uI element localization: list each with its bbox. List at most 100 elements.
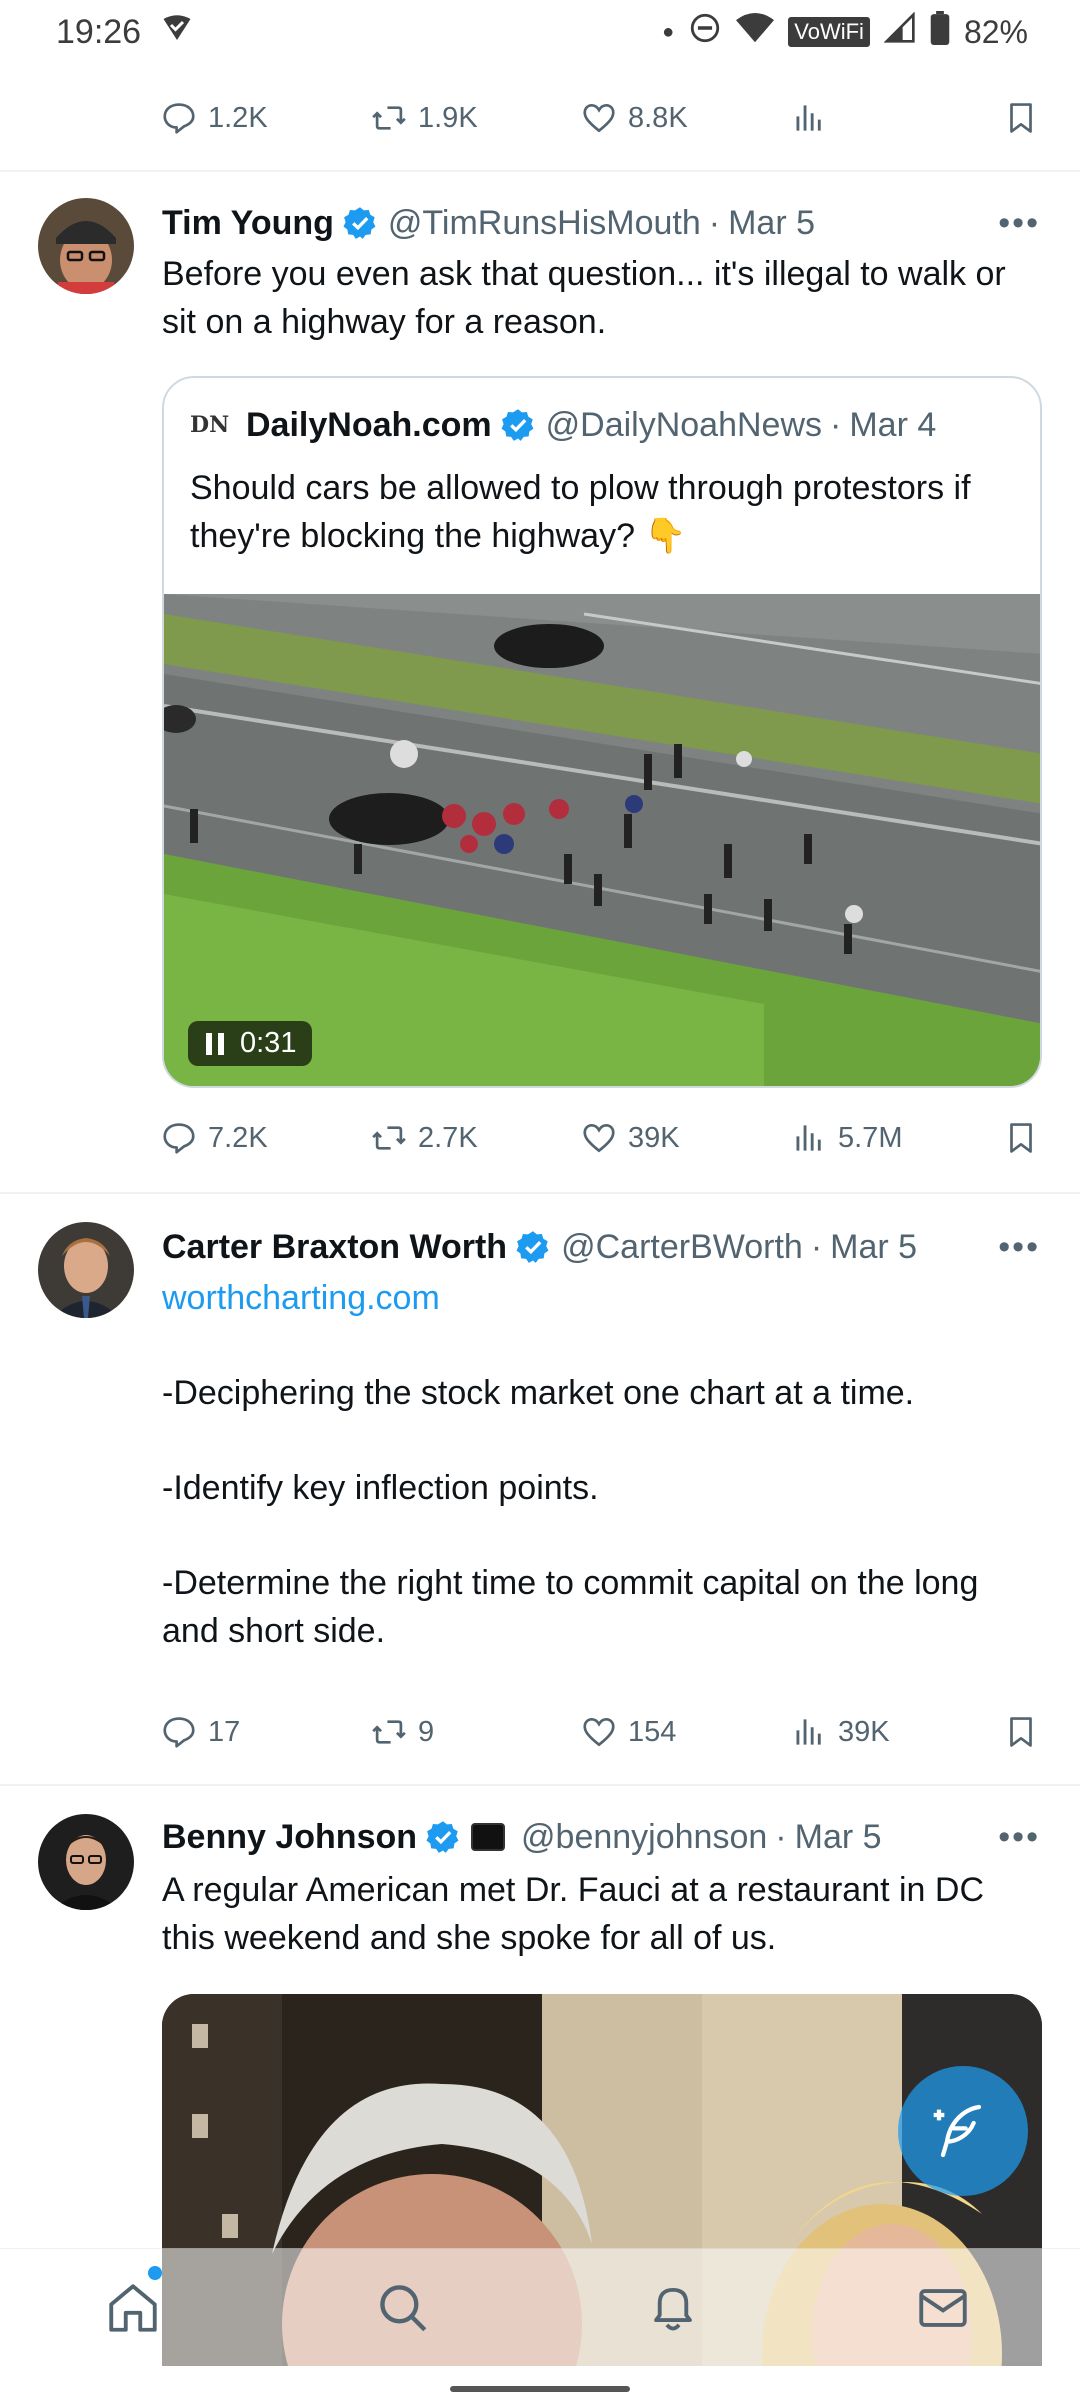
retweet-button[interactable]: 2.7K — [370, 1119, 580, 1157]
views-button[interactable]: 5.7M — [790, 1119, 990, 1157]
battery-icon — [930, 11, 950, 53]
heart-icon — [583, 1123, 615, 1153]
compose-tweet-button[interactable] — [898, 2066, 1028, 2196]
gesture-handle[interactable] — [450, 2386, 630, 2392]
retweet-count: 9 — [418, 1715, 435, 1748]
bookmark-icon — [1010, 1717, 1032, 1747]
author-handle[interactable]: @bennyjohnson — [521, 1818, 767, 1857]
author-name[interactable]: Tim Young — [162, 204, 334, 243]
bottom-navigation — [0, 2248, 1080, 2366]
compose-feather-icon — [933, 2104, 982, 2158]
separator: · — [775, 1817, 787, 1856]
tweet-divider — [0, 170, 1080, 172]
retweet-button[interactable]: 1.9K — [370, 99, 580, 137]
avatar[interactable] — [38, 1814, 134, 1910]
verified-badge-icon — [343, 207, 376, 239]
tweet-date[interactable]: Mar 5 — [728, 204, 815, 243]
tweet-divider — [0, 1192, 1080, 1194]
signal-check-icon — [159, 10, 195, 55]
separator: · — [708, 203, 721, 242]
vowifi-badge: VoWiFi — [788, 17, 870, 47]
wifi-icon — [736, 11, 775, 53]
tweet-text-line: -Determine the right time to commit capi… — [162, 1564, 979, 1650]
more-options-button[interactable]: ••• — [998, 204, 1040, 243]
bookmark-button[interactable] — [1002, 1713, 1040, 1751]
views-icon — [796, 105, 821, 131]
dnd-icon — [688, 11, 722, 53]
video-timestamp[interactable]: 0:31 — [188, 1021, 313, 1066]
retweet-icon — [372, 1720, 406, 1744]
tweet-date[interactable]: Mar 5 — [795, 1818, 882, 1857]
tweet-date[interactable]: Mar 5 — [830, 1228, 917, 1267]
verified-badge-icon — [426, 1821, 459, 1853]
notification-dot-icon: ● — [662, 20, 675, 43]
pause-icon[interactable] — [204, 1031, 226, 1057]
reply-icon — [163, 1717, 195, 1748]
battery-percent: 82% — [963, 13, 1028, 50]
bookmark-icon — [1010, 1123, 1032, 1153]
views-button[interactable]: 39K — [790, 1713, 990, 1751]
like-count: 8.8K — [628, 101, 688, 134]
retweet-count: 2.7K — [418, 1121, 478, 1154]
author-handle[interactable]: @CarterBWorth — [561, 1228, 803, 1267]
quoted-tweet-header: DN DailyNoah.com @DailyNoahNews · Mar 4 — [190, 400, 1020, 450]
quoted-author-handle: @DailyNoahNews — [545, 405, 823, 444]
reply-count: 7.2K — [208, 1121, 268, 1154]
quoted-tweet-text: Should cars be allowed to plow through p… — [190, 469, 971, 555]
quoted-tweet-date: Mar 4 — [849, 405, 937, 444]
search-icon — [380, 2285, 427, 2332]
reply-count: 1.2K — [208, 101, 268, 134]
tweet-header: Benny Johnson @bennyjohnson · Mar 5 ••• — [162, 1812, 1040, 1862]
nav-messages[interactable] — [914, 2279, 972, 2337]
cell-signal-icon — [883, 11, 916, 52]
affiliate-badge-icon — [471, 1823, 506, 1851]
reply-count: 17 — [208, 1715, 241, 1748]
quoted-tweet-card[interactable]: DN DailyNoah.com @DailyNoahNews · Mar 4 … — [162, 376, 1042, 1088]
bookmark-button[interactable] — [1002, 99, 1040, 137]
bookmark-icon — [1010, 103, 1032, 133]
like-count: 39K — [628, 1121, 680, 1154]
previous-tweet-actions: 1.2K 1.9K 8.8K — [160, 88, 1040, 148]
nav-notifications[interactable] — [644, 2279, 702, 2337]
author-name[interactable]: Benny Johnson — [162, 1818, 417, 1857]
retweet-button[interactable]: 9 — [370, 1713, 580, 1751]
more-options-button[interactable]: ••• — [998, 1228, 1040, 1267]
views-button[interactable] — [790, 99, 990, 137]
author-handle[interactable]: @TimRunsHisMouth — [388, 204, 701, 243]
video-player[interactable]: 0:31 — [164, 594, 1040, 1086]
tweet-link[interactable]: worthcharting.com — [162, 1274, 1040, 1322]
reply-button[interactable]: 17 — [160, 1713, 370, 1751]
like-button[interactable]: 8.8K — [580, 99, 790, 137]
bookmark-button[interactable] — [1002, 1119, 1040, 1157]
retweet-icon — [372, 1126, 406, 1150]
tweet-text-line: -Deciphering the stock market one chart … — [162, 1374, 915, 1412]
reply-button[interactable]: 1.2K — [160, 99, 370, 137]
more-options-button[interactable]: ••• — [998, 1818, 1040, 1857]
tweet-text: A regular American met Dr. Fauci at a re… — [162, 1871, 985, 1957]
avatar[interactable] — [38, 1222, 134, 1318]
views-icon — [796, 1125, 821, 1151]
views-icon — [796, 1719, 821, 1745]
mail-icon — [919, 2289, 967, 2327]
bell-icon — [654, 2287, 692, 2331]
like-button[interactable]: 154 — [580, 1713, 790, 1751]
tweet-header: Tim Young @TimRunsHisMouth · Mar 5 ••• — [162, 198, 1040, 248]
tweet-header: Carter Braxton Worth @CarterBWorth · Mar… — [162, 1222, 1040, 1272]
tweet-text-line: -Identify key inflection points. — [162, 1469, 599, 1507]
tweet-divider — [0, 1784, 1080, 1786]
tweet-text: Before you even ask that question... it'… — [162, 255, 1006, 341]
author-name[interactable]: Carter Braxton Worth — [162, 1228, 507, 1267]
home-unread-dot — [148, 2266, 162, 2280]
verified-badge-icon — [516, 1231, 549, 1263]
quoted-author-name: DailyNoah.com — [246, 405, 492, 444]
reply-icon — [163, 1123, 195, 1154]
like-count: 154 — [628, 1715, 677, 1748]
heart-icon — [583, 1717, 615, 1747]
reply-button[interactable]: 7.2K — [160, 1119, 370, 1157]
home-icon — [109, 2284, 157, 2332]
avatar[interactable] — [38, 198, 134, 294]
nav-search[interactable] — [374, 2279, 432, 2337]
like-button[interactable]: 39K — [580, 1119, 790, 1157]
dailynoah-logo: DN — [190, 412, 230, 438]
nav-home[interactable] — [104, 2279, 162, 2337]
